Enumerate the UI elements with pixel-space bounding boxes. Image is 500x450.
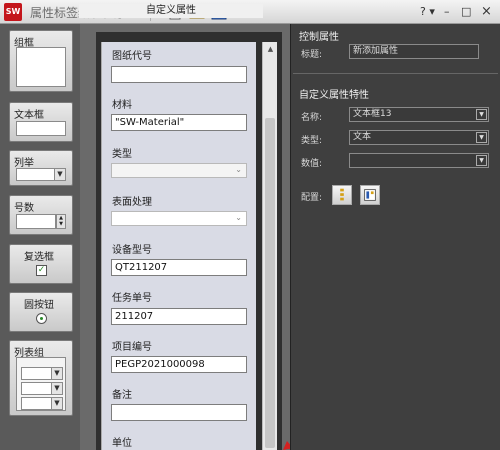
field-label: 单位 xyxy=(112,438,132,449)
config-list-icon[interactable] xyxy=(332,185,352,205)
scroll-thumb[interactable] xyxy=(265,118,275,448)
list-group-combo-1: ▼ xyxy=(21,367,63,380)
control-properties-heading: 控制属性 xyxy=(299,32,339,43)
scroll-up-icon[interactable]: ▲ xyxy=(263,42,278,56)
field-label: 项目编号 xyxy=(112,342,152,353)
form-scrollbar[interactable]: ▲ xyxy=(262,42,277,450)
name-label: 名称: xyxy=(301,113,323,123)
equipment-model-input[interactable]: QT211207 xyxy=(111,259,247,276)
title-label: 标题: xyxy=(301,50,323,60)
field-label: 材料 xyxy=(112,100,132,111)
name-combo[interactable]: 文本框13 ▼ xyxy=(349,107,489,122)
field-label: 备注 xyxy=(112,390,132,401)
field-label: 图纸代号 xyxy=(112,51,152,62)
name-value: 文本框13 xyxy=(353,109,392,119)
solidworks-logo: SW xyxy=(4,3,22,21)
toolbox-list-group[interactable]: 列表组 ▼ ▼ ▼ xyxy=(9,340,73,416)
list-group-combo-3: ▼ xyxy=(21,397,63,410)
checkbox-label: 复选框 xyxy=(24,252,54,263)
drawing-code-input[interactable] xyxy=(111,66,247,83)
text-box-label: 文本框 xyxy=(14,110,44,121)
minimize-button[interactable]: – xyxy=(444,3,450,21)
list-label: 列举 xyxy=(14,158,34,169)
chevron-down-icon: ⌄ xyxy=(235,213,242,222)
checkmark-icon: ✓ xyxy=(36,265,47,276)
config-edit-icon[interactable] xyxy=(360,185,380,205)
toolbox-radio[interactable]: 圆按钮 xyxy=(9,292,73,332)
list-group-combo-2: ▼ xyxy=(21,382,63,395)
toolbox-group-box[interactable]: 组框 xyxy=(9,30,73,92)
project-number-input[interactable]: PEGP2021000098 xyxy=(111,356,247,373)
chevron-down-icon: ▼ xyxy=(54,169,65,180)
chevron-down-icon: ▼ xyxy=(476,132,487,143)
chevron-down-icon: ▼ xyxy=(476,109,487,120)
chevron-down-icon: ⌄ xyxy=(235,165,242,174)
custom-properties-heading: 自定义属性特性 xyxy=(299,90,369,101)
properties-panel: 控制属性 标题: 新添加属性 自定义属性特性 名称: 文本框13 ▼ 类型: 文… xyxy=(290,24,500,450)
chevron-down-icon: ▼ xyxy=(51,398,62,409)
maximize-button[interactable]: □ xyxy=(461,3,471,21)
control-toolbox: 组框 文本框 列举 ▼ 号数 ▲ ▼ 复选框 ✓ 圆按钮 列表组 ▼ ▼ ▼ xyxy=(0,24,80,450)
field-label: 任务单号 xyxy=(112,293,152,304)
remarks-input[interactable] xyxy=(111,404,247,421)
chevron-down-icon: ▼ xyxy=(476,155,487,166)
number-label: 号数 xyxy=(14,203,34,214)
value-label: 数值: xyxy=(301,159,323,169)
material-input[interactable]: "SW-Material" xyxy=(111,114,247,131)
surface-treatment-select[interactable]: ⌄ xyxy=(111,211,247,226)
group-box-preview xyxy=(16,47,66,87)
form-title: 自定义属性 xyxy=(79,4,263,18)
title-field[interactable]: 新添加属性 xyxy=(349,44,479,59)
field-label: 类型 xyxy=(112,149,132,160)
help-button[interactable]: ? ▾ xyxy=(420,3,435,21)
task-number-input[interactable]: 211207 xyxy=(111,308,247,325)
value-combo[interactable]: ▼ xyxy=(349,153,489,168)
toolbox-checkbox[interactable]: 复选框 ✓ xyxy=(9,244,73,284)
toolbox-text-box[interactable]: 文本框 xyxy=(9,102,73,142)
type-combo[interactable]: 文本 ▼ xyxy=(349,130,489,145)
toolbox-number[interactable]: 号数 ▲ ▼ xyxy=(9,195,73,235)
field-label: 表面处理 xyxy=(112,197,152,208)
radio-dot-icon xyxy=(36,313,47,324)
type-value: 文本 xyxy=(353,132,372,142)
config-label: 配置: xyxy=(301,193,323,203)
chevron-down-icon: ▼ xyxy=(51,383,62,394)
spinner-arrows-icon: ▲ ▼ xyxy=(56,214,66,229)
number-preview xyxy=(16,214,56,229)
chevron-down-icon: ▼ xyxy=(51,368,62,379)
close-button[interactable]: × xyxy=(481,3,492,21)
toolbox-list[interactable]: 列举 ▼ xyxy=(9,150,73,186)
divider xyxy=(293,73,498,74)
field-label: 设备型号 xyxy=(112,245,152,256)
list-preview: ▼ xyxy=(16,168,66,181)
type-select[interactable]: ⌄ xyxy=(111,163,247,178)
radio-label: 圆按钮 xyxy=(24,300,54,311)
type-label: 类型: xyxy=(301,136,323,146)
text-box-preview xyxy=(16,121,66,136)
